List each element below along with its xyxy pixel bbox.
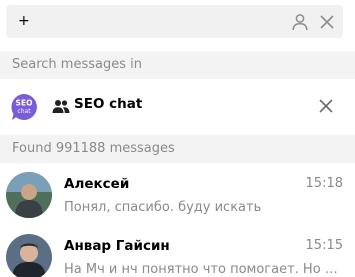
close-icon[interactable]	[318, 98, 334, 114]
result-time: 15:15	[305, 238, 343, 253]
seo-logo-subtext: chat	[17, 108, 31, 115]
result-sender-name: Анвар Гайсин	[64, 238, 170, 254]
result-message-text: Понял, спасибо. буду искать	[64, 200, 262, 215]
avatar-image	[6, 172, 52, 218]
seo-logo-text: SEO	[16, 99, 33, 108]
search-input-value[interactable]: +	[18, 13, 30, 29]
avatar-image	[6, 234, 52, 277]
avatar	[6, 172, 52, 218]
seo-chat-logo: SEO chat	[11, 94, 37, 120]
result-sender-name: Алексей	[64, 176, 130, 192]
search-in-header: Search messages in	[0, 51, 355, 79]
chat-filter-name: SEO chat	[74, 96, 143, 112]
search-bar: +	[0, 0, 355, 45]
result-time: 15:18	[305, 176, 343, 191]
person-outline-icon[interactable]	[291, 13, 309, 31]
found-messages-header: Found 991188 messages	[0, 135, 355, 163]
group-icon	[52, 100, 70, 113]
close-icon[interactable]	[319, 14, 335, 30]
list-item[interactable]: Анвар Гайсин 15:15 На Мч и нч понятно чт…	[0, 228, 355, 277]
avatar	[6, 234, 52, 277]
result-message-text: На Мч и нч понятно что помогает. Но как …	[64, 262, 344, 277]
chat-filter[interactable]: SEO chat SEO chat	[0, 79, 355, 135]
search-input[interactable]: +	[6, 5, 343, 38]
list-item[interactable]: Алексей 15:18 Понял, спасибо. буду искат…	[0, 166, 355, 224]
